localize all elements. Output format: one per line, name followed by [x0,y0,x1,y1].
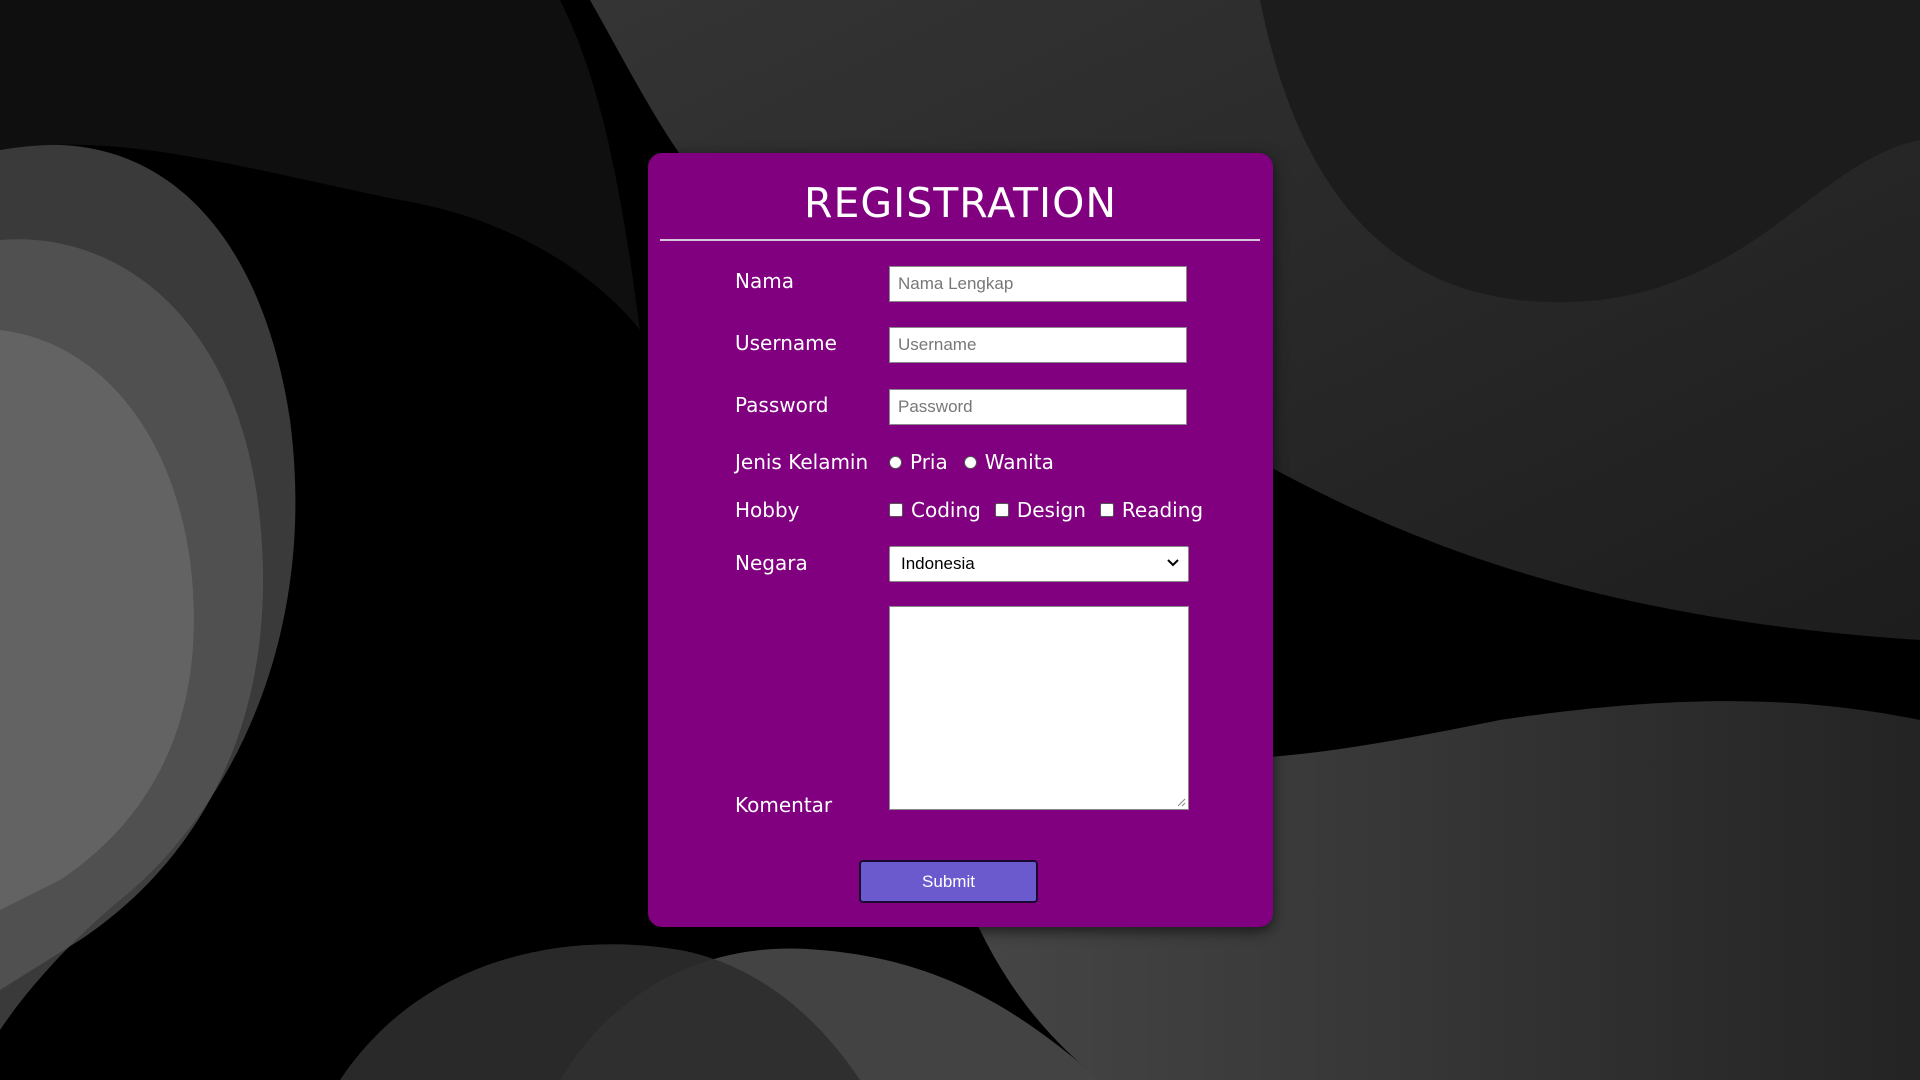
komentar-textarea[interactable] [889,606,1189,810]
form-title: REGISTRATION [803,179,1118,227]
checkbox[interactable] [1099,503,1114,517]
nama-label: Nama [735,269,794,293]
radio-button[interactable] [889,455,902,469]
gender-option-label: Wanita [984,450,1054,474]
negara-select[interactable]: Indonesia [889,546,1189,582]
hobby-option-label: Design [1016,498,1086,522]
gender-label: Jenis Kelamin [735,450,869,474]
gender-option-wanita[interactable]: Wanita [963,450,1054,474]
title-divider [660,239,1260,241]
hobby-option-design[interactable]: Design [994,498,1086,522]
resize-grip-icon[interactable] [1176,797,1186,807]
hobby-option-coding[interactable]: Coding [889,498,981,522]
password-label: Password [735,393,829,417]
checkbox[interactable] [994,503,1009,517]
negara-label: Negara [735,551,808,575]
submit-button[interactable]: Submit [859,860,1038,903]
gender-option-label: Pria [910,450,948,474]
gender-option-pria[interactable]: Pria [889,450,948,474]
hobby-label: Hobby [735,498,800,522]
radio-button[interactable] [963,455,977,469]
checkbox[interactable] [889,503,903,517]
gender-radio-group: Pria Wanita [889,450,1070,474]
registration-card: REGISTRATION Nama Username Password Jeni… [648,153,1273,927]
username-input[interactable] [889,327,1187,363]
chevron-down-icon [1167,559,1179,567]
nama-input[interactable] [889,266,1187,302]
hobby-option-reading[interactable]: Reading [1099,498,1204,522]
negara-selected-value: Indonesia [901,554,975,573]
hobby-checkbox-group: Coding Design Reading [889,498,1203,522]
komentar-label: Komentar [735,793,833,817]
password-input[interactable] [889,389,1187,425]
hobby-option-label: Coding [911,498,981,522]
username-label: Username [735,331,837,355]
hobby-option-label: Reading [1121,498,1204,522]
